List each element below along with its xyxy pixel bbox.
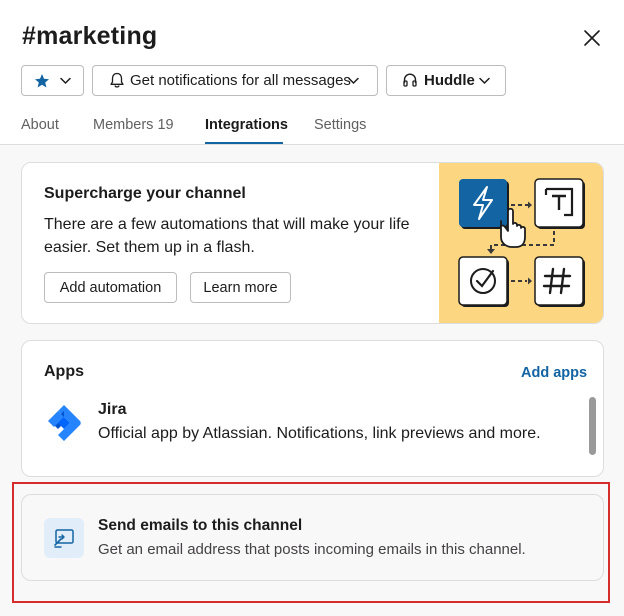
tab-members[interactable]: Members 19: [93, 117, 174, 133]
channel-name: marketing: [36, 22, 158, 50]
send-emails-card[interactable]: Send emails to this channel Get an email…: [21, 494, 604, 581]
jira-icon: [48, 405, 81, 441]
close-icon: [584, 30, 600, 46]
chevron-down-icon: [479, 77, 490, 85]
promo-title: Supercharge your channel: [44, 185, 246, 202]
apps-card: Apps Add apps Jira Official app by Atlas…: [21, 340, 604, 477]
tab-about[interactable]: About: [21, 117, 59, 133]
channel-hash: #: [22, 22, 37, 50]
apps-title: Apps: [44, 363, 84, 380]
workflow-illustration-graphic: [458, 178, 585, 307]
app-description: Official app by Atlassian. Notifications…: [98, 425, 541, 442]
apps-scrollbar[interactable]: [589, 397, 596, 455]
notifications-dropdown-button[interactable]: Get notifications for all messages: [92, 65, 378, 96]
huddle-dropdown-button[interactable]: Huddle: [386, 65, 506, 96]
bell-icon: [110, 72, 124, 88]
app-name: Jira: [98, 401, 127, 418]
email-card-title: Send emails to this channel: [98, 517, 303, 534]
chevron-down-icon: [60, 77, 71, 85]
close-button[interactable]: [576, 22, 608, 54]
email-card-description: Get an email address that posts incoming…: [98, 541, 526, 558]
tab-settings[interactable]: Settings: [314, 117, 366, 133]
headphones-icon: [403, 73, 417, 87]
learn-more-button[interactable]: Learn more: [190, 272, 291, 303]
promo-text: There are a few automations that will ma…: [44, 216, 410, 256]
channel-header: #marketing Get notifications for all mes…: [0, 0, 624, 145]
email-forward-icon: [54, 529, 74, 548]
integrations-content: Supercharge your channel There are a few…: [0, 145, 624, 616]
huddle-label: Huddle: [424, 72, 475, 89]
email-icon-tile: [44, 518, 84, 558]
star-icon: [35, 74, 49, 88]
channel-title: #marketing: [22, 22, 157, 51]
automation-promo-card: Supercharge your channel There are a few…: [21, 162, 604, 324]
add-automation-button[interactable]: Add automation: [44, 272, 177, 303]
notifications-label: Get notifications for all messages: [130, 72, 351, 89]
chevron-down-icon: [348, 77, 359, 85]
add-apps-link[interactable]: Add apps: [521, 365, 587, 381]
star-dropdown-button[interactable]: [21, 65, 84, 96]
tab-integrations[interactable]: Integrations: [205, 117, 288, 133]
workflow-illustration: [439, 163, 603, 323]
